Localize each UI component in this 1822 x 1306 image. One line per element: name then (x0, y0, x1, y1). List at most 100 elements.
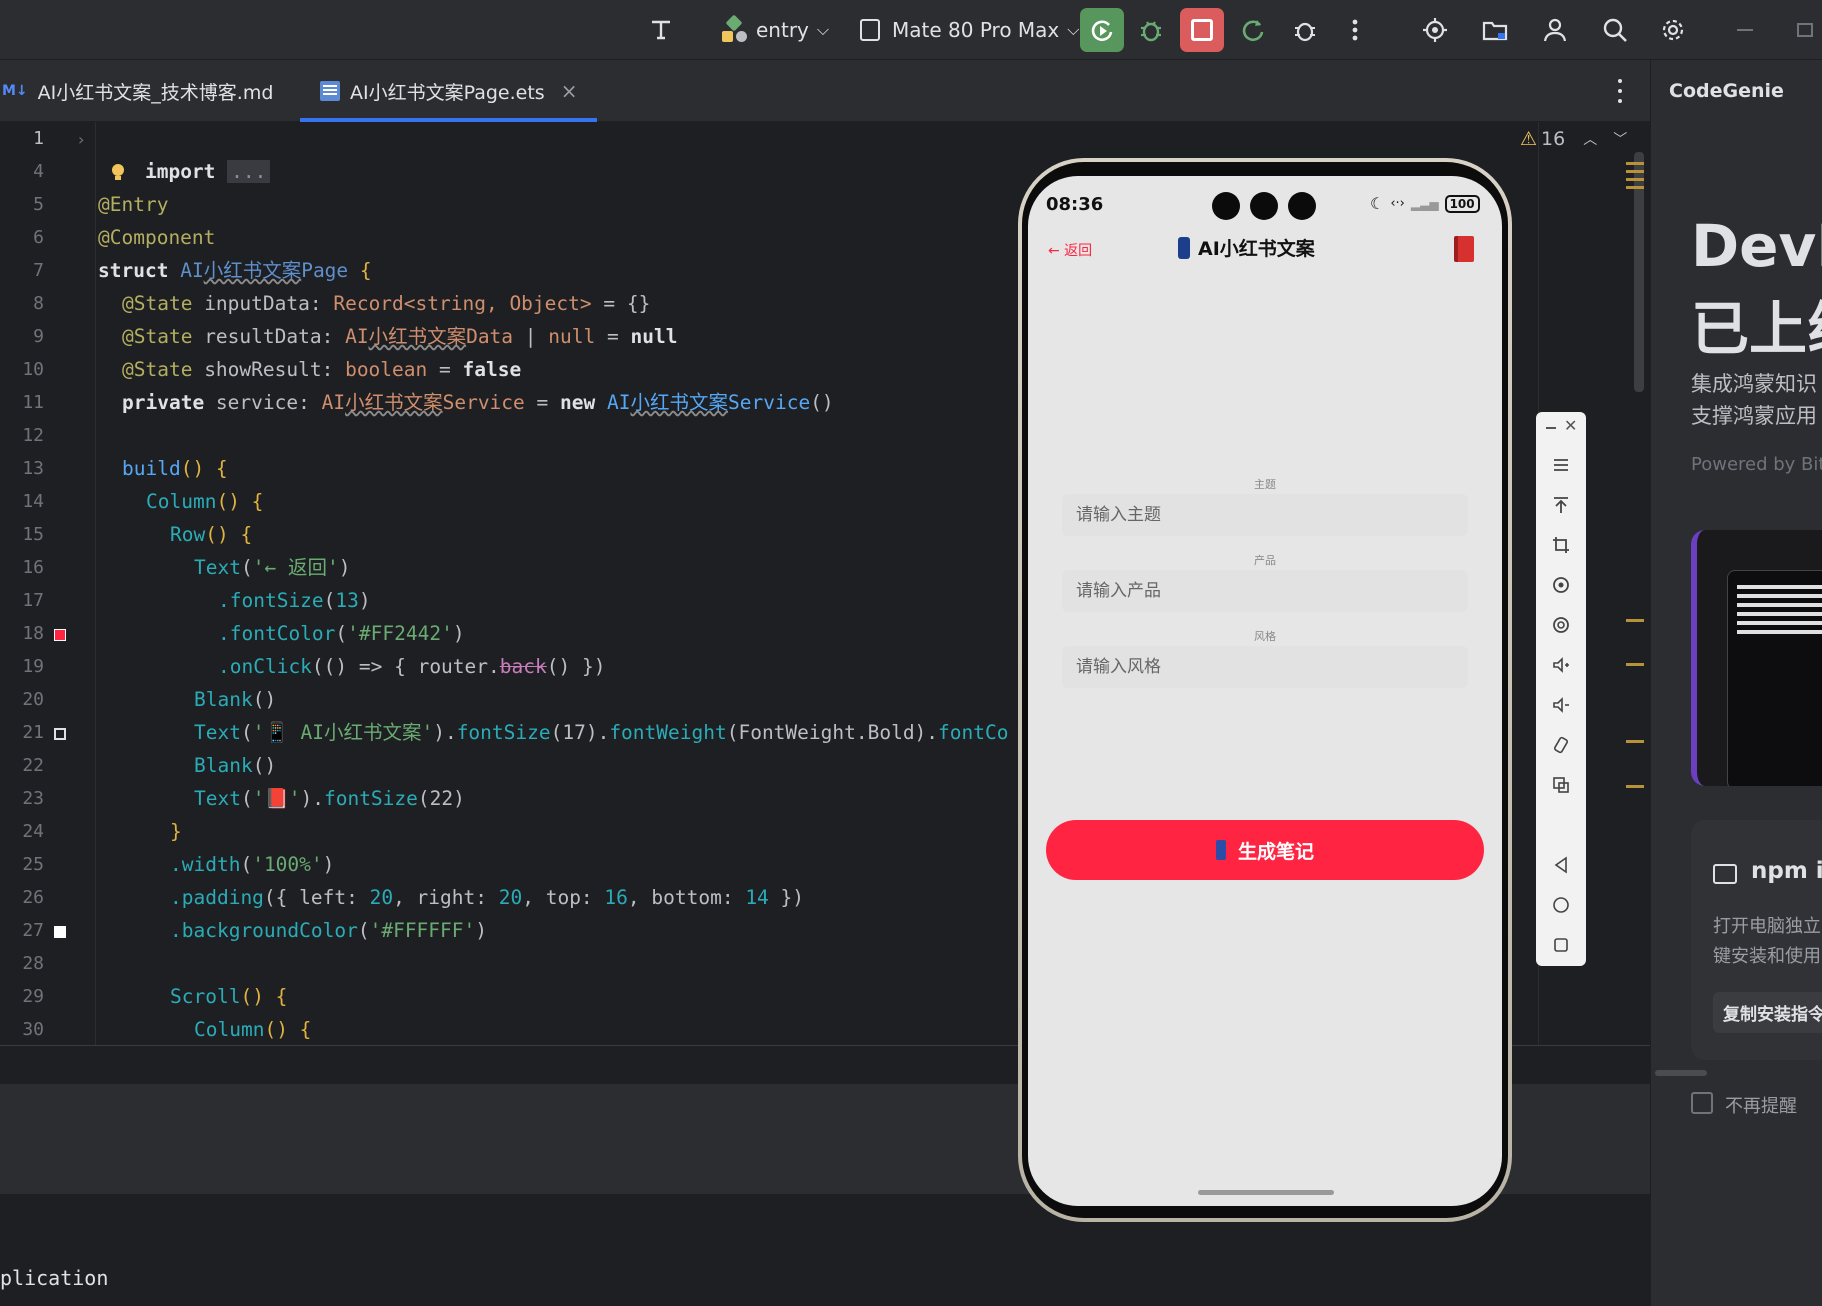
code-line[interactable]: Blank() (194, 749, 276, 782)
tab-markdown[interactable]: M↓ AI小红书文案_技术博客.md (0, 60, 273, 122)
topic-input[interactable]: 请输入主题 (1062, 494, 1468, 536)
rotate-alt-icon[interactable] (1548, 612, 1574, 638)
code-line[interactable]: build() { (122, 452, 228, 485)
color-swatch-red[interactable] (54, 629, 66, 641)
style-input[interactable]: 请输入风格 (1062, 646, 1468, 688)
code-line[interactable]: .padding({ left: 20, right: 20, top: 16,… (170, 881, 804, 914)
locate-icon[interactable] (1418, 13, 1452, 47)
scrollbar-track[interactable] (1634, 152, 1644, 392)
code-line[interactable]: Text('📱 AI小红书文案').fontSize(17).fontWeigh… (194, 716, 1009, 749)
code-line[interactable]: import ... (98, 122, 271, 183)
line-number: 28 (22, 953, 44, 974)
product-input[interactable]: 请输入产品 (1062, 570, 1468, 612)
gear-icon[interactable] (1656, 13, 1690, 47)
inspection-widget[interactable]: ⚠ 16 ︿ ﹀ (1520, 126, 1627, 152)
code-line[interactable]: Column() { (146, 485, 263, 518)
code-line[interactable]: Scroll() { (170, 980, 287, 1013)
nav-recents-icon[interactable] (1548, 932, 1574, 958)
fold-chevron-icon[interactable]: › (78, 130, 84, 149)
run-button[interactable] (1080, 8, 1124, 52)
attach-debugger-icon[interactable] (1288, 13, 1322, 47)
color-swatch-white[interactable] (54, 926, 66, 938)
status-time: 08:36 (1046, 194, 1104, 215)
device-selector[interactable]: Mate 80 Pro Max ⌵ (860, 0, 1079, 60)
scroll-marker (1626, 162, 1644, 165)
npm-card: npm in 打开电脑独立 键安装和使用 复制安装指令 (1691, 820, 1822, 1060)
dont-remind-checkbox[interactable] (1691, 1092, 1713, 1114)
project-folder-icon[interactable] (1478, 13, 1512, 47)
strip-close-icon[interactable]: ✕ (1564, 416, 1577, 435)
lightbulb-icon[interactable] (110, 162, 126, 184)
nav-home-icon[interactable] (1548, 892, 1574, 918)
panel-title: CodeGenie (1669, 80, 1784, 102)
text-tool-icon[interactable] (644, 13, 678, 47)
code-line[interactable]: .fontSize(13) (218, 584, 371, 617)
volume-up-icon[interactable] (1548, 652, 1574, 678)
menu-icon[interactable] (1548, 452, 1574, 478)
maximize-icon[interactable] (1788, 13, 1822, 47)
form-label-topic: 主题 (1254, 478, 1276, 491)
code-line[interactable]: @State resultData: AI小红书文案Data | null = … (122, 320, 677, 353)
strip-minimize-icon[interactable] (1546, 427, 1556, 429)
code-line[interactable]: @Component (98, 221, 215, 254)
code-line[interactable]: Text('📕').fontSize(22) (194, 782, 465, 815)
copy-install-button[interactable]: 复制安装指令 (1713, 992, 1822, 1033)
battery-icon: 100 (1444, 194, 1480, 213)
line-number: 30 (22, 1019, 44, 1040)
color-swatch-outline[interactable] (54, 728, 66, 740)
code-line[interactable]: .backgroundColor('#FFFFFF') (170, 914, 487, 947)
chevron-up-icon[interactable]: ︿ (1583, 129, 1597, 149)
screenshot-icon[interactable] (1548, 772, 1574, 798)
code-line[interactable]: @State inputData: Record<string, Object>… (122, 287, 650, 320)
module-selector[interactable]: entry ⌵ (722, 0, 829, 60)
code-line[interactable]: private service: AI小红书文案Service = new AI… (122, 386, 834, 419)
apply-changes-icon[interactable] (1236, 13, 1270, 47)
line-number: 5 (33, 194, 44, 215)
red-book-icon (1454, 236, 1474, 262)
pin-top-icon[interactable] (1548, 492, 1574, 518)
tab-label: AI小红书文案_技术博客.md (37, 81, 274, 104)
line-number: 15 (22, 524, 44, 545)
home-indicator[interactable] (1198, 1190, 1334, 1195)
volume-down-icon[interactable] (1548, 692, 1574, 718)
phone-emoji-icon (1178, 236, 1190, 259)
line-number: 10 (22, 359, 44, 380)
stop-button[interactable] (1180, 8, 1224, 52)
minimize-icon[interactable] (1728, 13, 1762, 47)
debug-icon[interactable] (1134, 13, 1168, 47)
code-line[interactable]: .onClick(() => { router.back() }) (218, 650, 605, 683)
crop-icon[interactable] (1548, 532, 1574, 558)
markdown-badge: M↓ (2, 83, 28, 99)
generate-note-button[interactable]: 生成笔记 (1046, 820, 1484, 880)
code-line[interactable]: @State showResult: boolean = false (122, 353, 521, 386)
more-tabs-icon[interactable] (1610, 76, 1630, 106)
line-number: 19 (22, 656, 44, 677)
back-link[interactable]: ← 返回 (1048, 240, 1092, 260)
code-line[interactable]: Column() { (194, 1013, 311, 1045)
tab-ets-page[interactable]: AI小红书文案Page.ets × (300, 60, 598, 122)
code-line[interactable]: Blank() (194, 683, 276, 716)
code-line[interactable]: } (170, 815, 182, 848)
rotate-icon[interactable] (1548, 572, 1574, 598)
panel-scrollbar[interactable] (1655, 1070, 1707, 1076)
close-icon[interactable]: × (561, 79, 578, 103)
stop-icon (1191, 19, 1213, 41)
device-screen[interactable]: 08:36 ☾ ‹·› ▂▃▅ 100 ← 返回 AI小红书文案 主题 请输入主… (1028, 176, 1502, 1206)
code-line[interactable]: .fontColor('#FF2442') (218, 617, 465, 650)
code-line[interactable]: Row() { (170, 518, 252, 551)
account-icon[interactable] (1538, 13, 1572, 47)
line-number: 1 (33, 128, 44, 149)
rotate-device-icon[interactable] (1548, 732, 1574, 758)
warning-icon: ⚠ (1520, 128, 1538, 150)
code-line[interactable]: @Entry (98, 188, 168, 221)
chevron-down-icon[interactable]: ﹀ (1613, 129, 1627, 149)
search-icon[interactable] (1598, 13, 1632, 47)
more-vertical-icon[interactable] (1338, 13, 1372, 47)
code-line[interactable]: Text('← 返回') (194, 551, 350, 584)
code-line[interactable]: struct AI小红书文案Page { (98, 254, 372, 287)
preview-card[interactable] (1691, 530, 1822, 786)
fold-placeholder[interactable]: ... (227, 160, 271, 183)
nav-back-icon[interactable] (1548, 852, 1574, 878)
code-line[interactable]: .width('100%') (170, 848, 334, 881)
rerun-icon (1091, 20, 1113, 42)
